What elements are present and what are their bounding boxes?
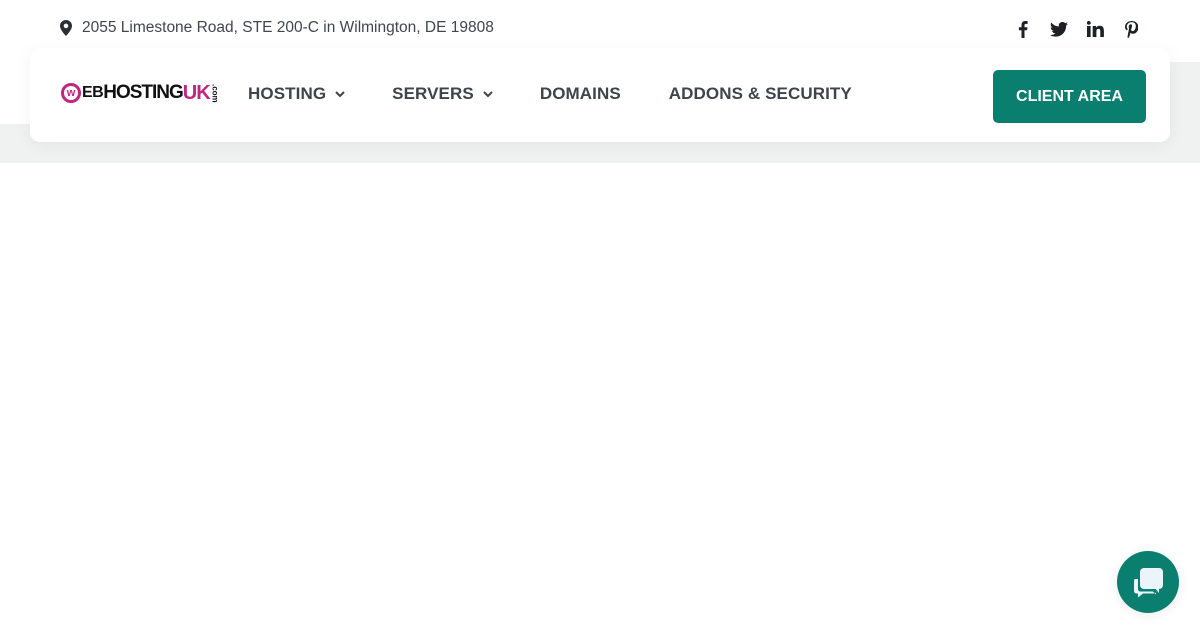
nav-item-servers[interactable]: SERVERS <box>392 84 493 104</box>
nav-item-label: HOSTING <box>248 84 327 103</box>
nav-item-domains[interactable]: DOMAINS <box>540 84 621 104</box>
facebook-icon[interactable] <box>1014 19 1032 39</box>
nav-item-label: ADDONS & SECURITY <box>668 84 852 103</box>
pinterest-icon[interactable] <box>1122 19 1140 39</box>
logo-eb: EB <box>82 84 104 101</box>
site-logo[interactable]: w EB HOSTING UK .com <box>61 80 220 106</box>
social-links <box>1014 19 1140 39</box>
logo-w-mark: w <box>61 83 81 103</box>
map-pin-icon <box>60 20 72 36</box>
logo-uk: UK <box>182 81 211 104</box>
chevron-down-icon <box>483 91 493 98</box>
address: 2055 Limestone Road, STE 200-C in Wilmin… <box>60 19 494 37</box>
chat-bubbles-icon <box>1134 568 1163 598</box>
client-area-button[interactable]: CLIENT AREA <box>993 70 1146 123</box>
nav-item-label: SERVERS <box>392 84 474 103</box>
header-background-band-right <box>1170 62 1200 124</box>
nav-menu: HOSTING SERVERS DOMAINS ADDONS & SECURIT… <box>248 84 852 104</box>
nav-item-addons-security[interactable]: ADDONS & SECURITY <box>669 84 852 104</box>
chat-launcher-button[interactable] <box>1117 551 1179 613</box>
linkedin-icon[interactable] <box>1086 19 1104 39</box>
logo-com: .com <box>210 83 220 103</box>
nav-item-hosting[interactable]: HOSTING <box>248 84 345 104</box>
logo-hosting: HOSTING <box>103 82 184 103</box>
twitter-icon[interactable] <box>1050 19 1068 39</box>
address-text: 2055 Limestone Road, STE 200-C in Wilmin… <box>82 19 494 36</box>
nav-item-label: DOMAINS <box>539 84 621 103</box>
chevron-down-icon <box>335 91 345 98</box>
main-navigation: w EB HOSTING UK .com HOSTING SERVERS DOM… <box>30 48 1170 142</box>
